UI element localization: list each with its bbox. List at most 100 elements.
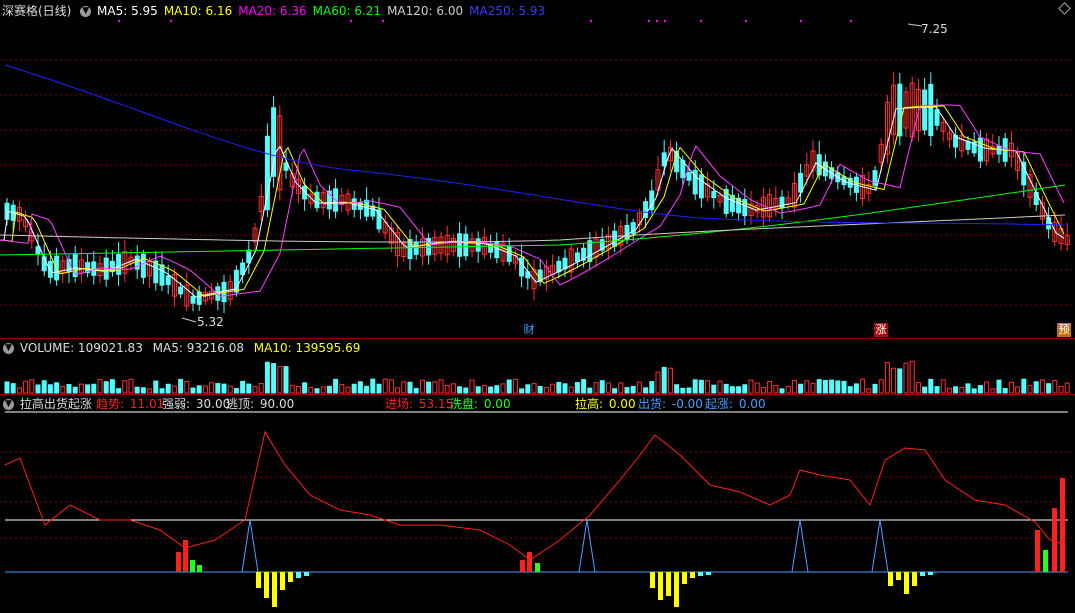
volume-bar (333, 378, 339, 394)
candle-body (91, 261, 97, 276)
volume-bar (184, 380, 190, 394)
candle-body (457, 233, 463, 257)
limit-up-tag[interactable]: 涨 (874, 323, 888, 337)
signal-dot (745, 20, 747, 22)
volume-bar (512, 378, 518, 394)
volume-bar (1033, 381, 1039, 394)
volume-bar (488, 386, 494, 394)
volume-bar (345, 386, 351, 394)
volume-bar (159, 388, 165, 394)
spike-line (791, 519, 809, 573)
forecast-tag[interactable]: 预 (1057, 323, 1071, 337)
volume-bar (810, 382, 816, 394)
volume-bar (388, 379, 394, 394)
volume-bar (649, 381, 655, 394)
volume-bar (785, 385, 791, 394)
chevron-down-icon[interactable]: ▼ (3, 399, 14, 410)
volume-bar (909, 360, 915, 394)
volume-bar (196, 385, 202, 394)
volume-bar (97, 379, 103, 394)
candle-body (159, 264, 165, 286)
signal-dot (850, 20, 852, 22)
volume-bar (872, 383, 878, 394)
volume-bar (1021, 378, 1027, 394)
volume-bar (798, 383, 804, 394)
spike-line (241, 519, 259, 573)
candle-body (562, 257, 568, 270)
high-price-label: 7.25 (921, 22, 948, 36)
candle-body (612, 230, 618, 247)
indicator-item-value: 0.00 (483, 397, 511, 411)
sell-bar (658, 572, 663, 600)
indicator-item: 进场: 53.15 (385, 396, 455, 412)
kline-chart[interactable] (0, 0, 1075, 613)
volume-bar (754, 382, 760, 394)
volume-bar (599, 380, 605, 394)
indicator-item: 起涨: 0.00 (705, 396, 768, 412)
chevron-down-icon[interactable]: ▼ (3, 343, 14, 354)
volume-bar (153, 380, 159, 394)
volume-bar (190, 387, 196, 394)
volume-bar (326, 385, 332, 394)
indicator-item-name: 强弱: (162, 397, 194, 411)
candle-body (574, 252, 580, 263)
volume-bar (556, 381, 562, 394)
candle-body (370, 205, 376, 217)
volume-bar (351, 383, 357, 394)
volume-bar (661, 366, 667, 394)
candle-body (922, 89, 928, 131)
sell-bar (288, 572, 293, 582)
volume-bar (60, 385, 66, 394)
finance-tag[interactable]: 财 (522, 323, 536, 337)
candle-body (1033, 191, 1039, 205)
volume-bar (822, 379, 828, 394)
volume-bar (128, 378, 134, 394)
volume-bar (202, 385, 208, 394)
volume-bar (134, 386, 140, 394)
volume-bar (41, 380, 47, 394)
sell-bar (904, 572, 909, 594)
volume-bar (401, 381, 407, 394)
spike-line (578, 519, 596, 573)
volume-bar (364, 385, 370, 394)
volume-bar (674, 384, 680, 394)
volume-bar (996, 379, 1002, 394)
indicator-legend: ▼ 拉高出货起涨 (0, 396, 94, 412)
volume-bar (178, 378, 184, 394)
volume-bar (407, 381, 413, 394)
indicator-item-name: 逃顶: (226, 397, 258, 411)
indicator-item-name: 趋势: (96, 397, 128, 411)
sell-bar (666, 572, 671, 596)
volume-bar (723, 383, 729, 394)
indicator-item: 强弱: 30.00 (162, 396, 232, 412)
volume-bar (965, 383, 971, 394)
volume-bar (109, 379, 115, 394)
volume-bar (227, 385, 233, 394)
signal-bar (520, 560, 525, 572)
volume-bar (587, 387, 593, 394)
panel-divider (0, 394, 1075, 395)
indicator-item-value: 0.00 (608, 397, 636, 411)
volume-bar (630, 385, 636, 394)
volume-bar (426, 381, 432, 394)
volume-bar (171, 385, 177, 394)
signal-bar (1052, 508, 1057, 572)
volume-bar (264, 361, 270, 394)
candle-body (519, 257, 525, 277)
volume-bar (277, 366, 283, 394)
signal-dot (700, 20, 702, 22)
indicator-item-value: 0.00 (738, 397, 766, 411)
volume-bar (376, 383, 382, 394)
volume-bar (550, 383, 556, 394)
volume-legend: ▼ VOLUME: 109021.83 MA5: 93216.08 MA10: … (0, 340, 362, 356)
low-marker (181, 317, 197, 323)
signal-dot (350, 20, 352, 22)
candle-body (928, 83, 934, 137)
volume-bar (891, 367, 897, 394)
volume-bar (984, 381, 990, 394)
volume-bar (884, 361, 890, 394)
volume-bar (686, 387, 692, 394)
volume-bar (816, 379, 822, 394)
candle-body (556, 260, 562, 273)
volume-bar (624, 387, 630, 394)
